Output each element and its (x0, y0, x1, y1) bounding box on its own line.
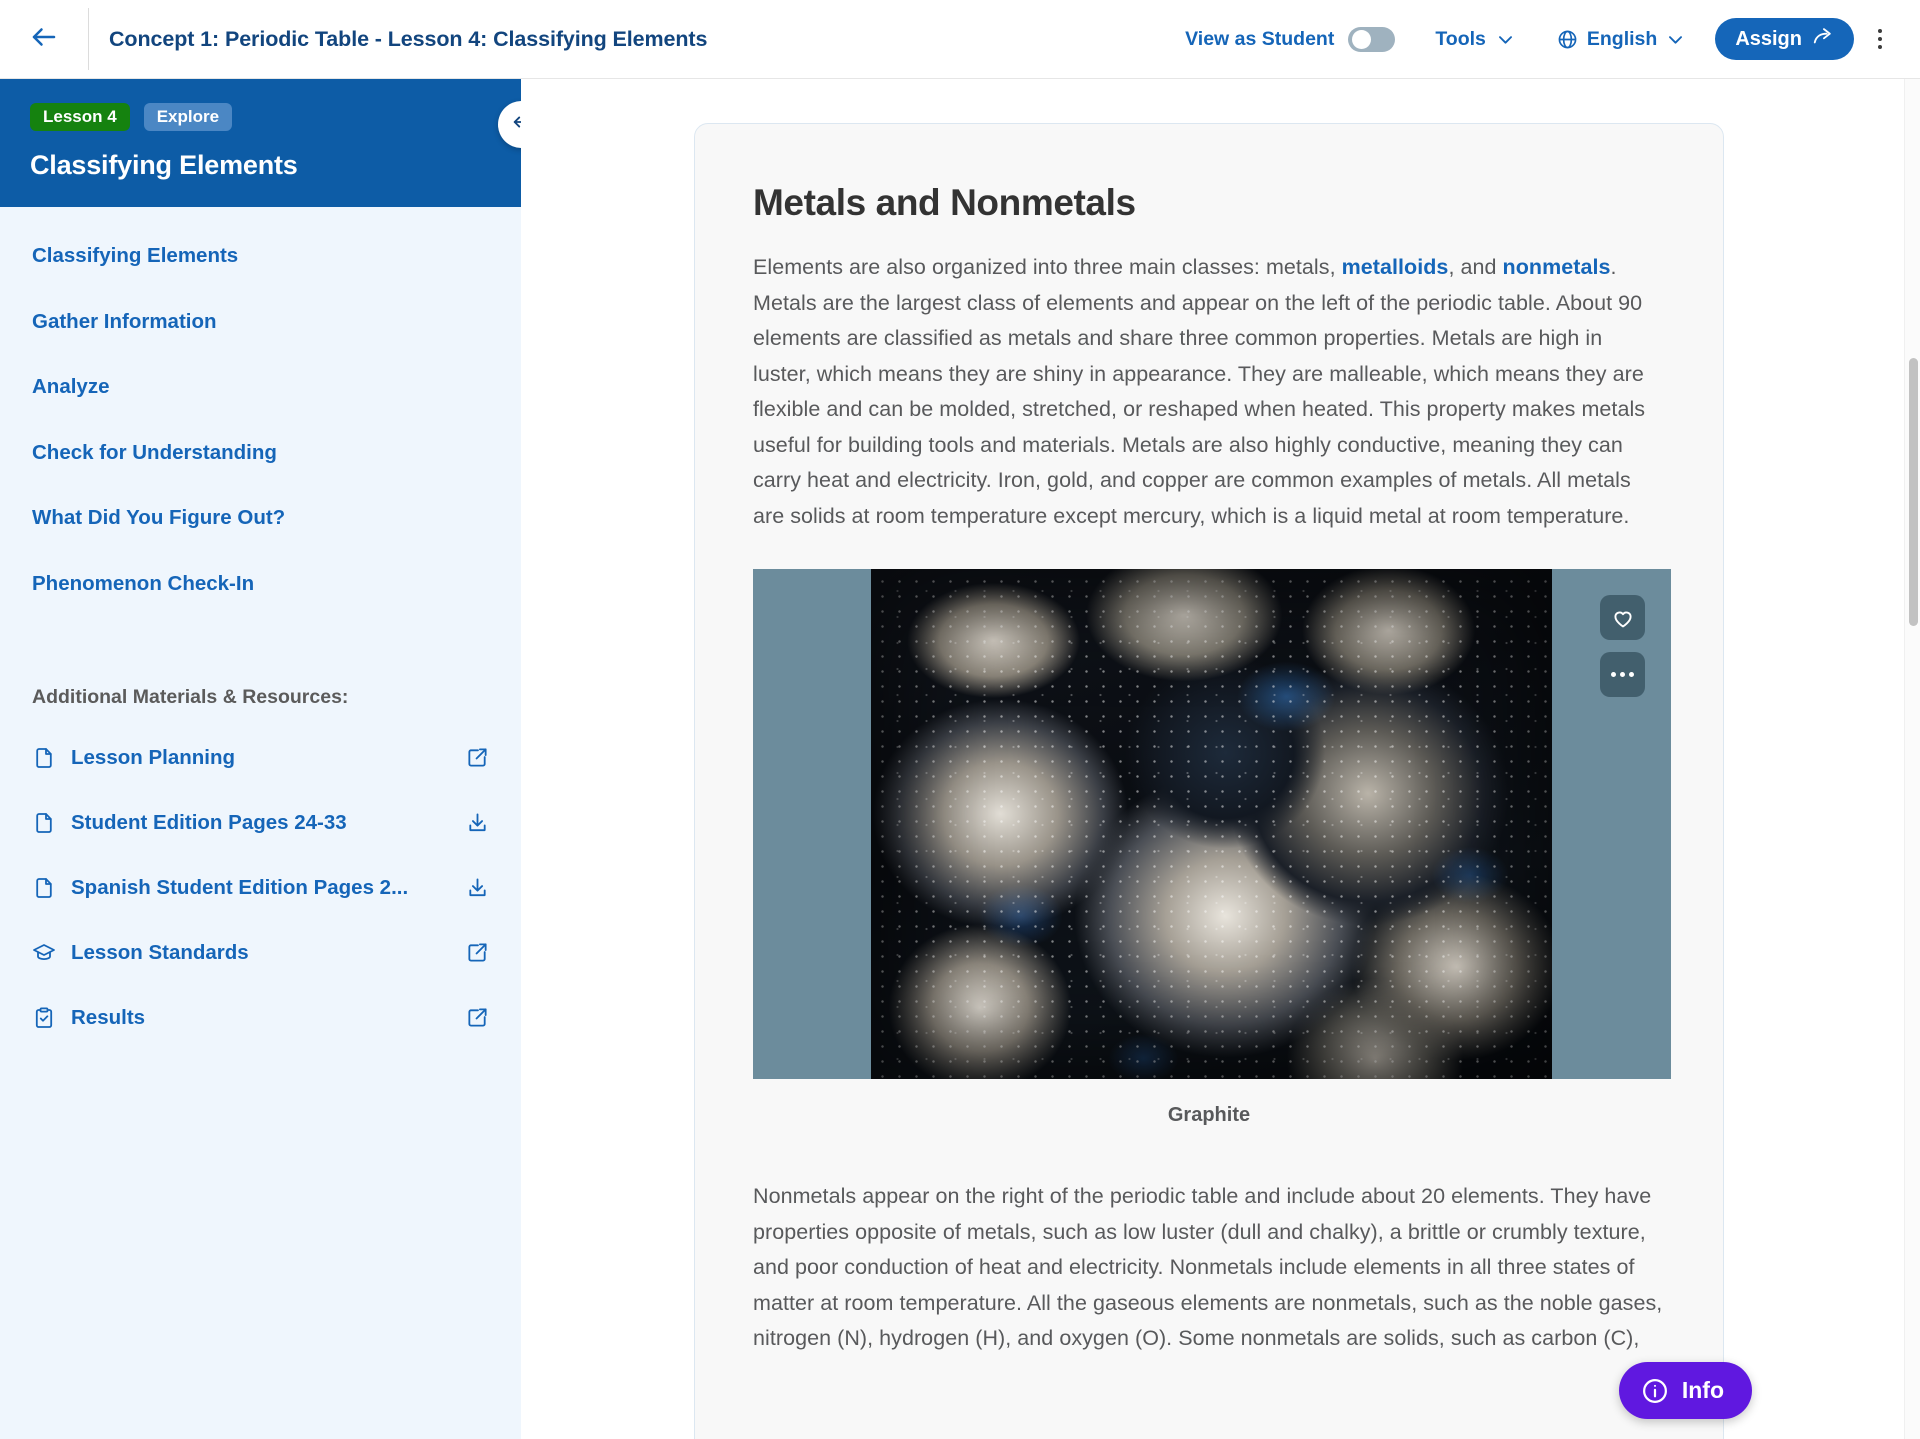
glossary-term-nonmetals[interactable]: nonmetals (1503, 255, 1611, 279)
resource-item-spanish-student-edition[interactable]: Spanish Student Edition Pages 2... (0, 865, 521, 911)
scrollbar-thumb[interactable] (1909, 358, 1918, 626)
toolbar-actions: View as Student Tools English Assign (1185, 0, 1920, 78)
resource-item-lesson-standards[interactable]: Lesson Standards (0, 930, 521, 976)
paragraph-metals: Elements are also organized into three m… (753, 250, 1665, 534)
resource-label: Lesson Standards (71, 940, 249, 964)
sidebar-item-analyze[interactable]: Analyze (0, 366, 521, 409)
more-horizontal-icon (1611, 672, 1634, 677)
para1-segment-3: . Metals are the largest class of elemen… (753, 255, 1646, 528)
glossary-term-metalloids[interactable]: metalloids (1342, 255, 1449, 279)
content-card: Metals and Nonmetals Elements are also o… (694, 123, 1724, 1439)
sidebar-item-gather-information[interactable]: Gather Information (0, 301, 521, 344)
content-heading: Metals and Nonmetals (753, 182, 1136, 223)
heart-icon (1611, 606, 1635, 630)
resource-item-results[interactable]: Results (0, 995, 521, 1041)
info-label: Info (1681, 1377, 1724, 1403)
page-title: Concept 1: Periodic Table - Lesson 4: Cl… (109, 26, 708, 51)
figure-more-button[interactable] (1600, 652, 1645, 697)
sidebar-item-what-did-you-figure-out[interactable]: What Did You Figure Out? (0, 497, 521, 540)
resource-item-lesson-planning[interactable]: Lesson Planning (0, 735, 521, 781)
tools-menu-button[interactable]: Tools (1435, 28, 1515, 51)
document-icon (32, 811, 56, 835)
sidebar-item-phenomenon-check-in[interactable]: Phenomenon Check-In (0, 563, 521, 606)
photo-vignette (871, 569, 1552, 1079)
document-icon (32, 876, 56, 900)
figure-action-buttons (1600, 595, 1645, 697)
clipboard-check-icon (32, 1006, 56, 1030)
figure-caption: Graphite (1167, 1104, 1251, 1126)
share-arrow-icon (1812, 25, 1834, 53)
download-icon[interactable] (466, 876, 489, 899)
external-link-icon[interactable] (466, 941, 489, 964)
external-link-icon[interactable] (466, 746, 489, 769)
sidebar-title: Classifying Elements (30, 150, 298, 180)
page-scrollbar[interactable] (1904, 79, 1920, 1439)
info-circle-icon (1641, 1377, 1669, 1405)
resource-label: Student Edition Pages 24-33 (71, 810, 347, 834)
figure-frame (753, 569, 1671, 1079)
figure-graphite: Graphite (753, 569, 1671, 1127)
resources-list: Lesson Planning Student Edition Pages 24… (0, 735, 521, 1041)
collapse-panel-left-icon (511, 111, 521, 138)
paragraph-nonmetals: Nonmetals appear on the right of the per… (753, 1184, 1663, 1350)
phase-badge: Explore (143, 103, 233, 131)
view-as-student-switch[interactable] (1348, 26, 1396, 52)
sidebar-badges: Lesson 4 Explore (30, 103, 491, 131)
para1-segment-2: , and (1448, 255, 1503, 279)
resource-label: Spanish Student Edition Pages 2... (71, 875, 409, 899)
external-link-icon[interactable] (466, 1006, 489, 1029)
sidebar-nav-list: Classifying Elements Gather Information … (0, 207, 521, 606)
globe-icon (1557, 29, 1578, 50)
lesson-sidebar: Lesson 4 Explore Classifying Elements Cl… (0, 79, 521, 1439)
sidebar-header: Lesson 4 Explore Classifying Elements (0, 79, 521, 207)
back-button[interactable] (0, 0, 88, 78)
language-label: English (1586, 27, 1658, 50)
resource-item-student-edition[interactable]: Student Edition Pages 24-33 (0, 800, 521, 846)
lesson-badge: Lesson 4 (30, 103, 130, 131)
switch-knob (1352, 29, 1372, 49)
document-icon (32, 746, 56, 770)
language-selector[interactable]: English (1557, 28, 1685, 51)
arrow-left-icon (29, 22, 59, 57)
sidebar-item-check-for-understanding[interactable]: Check for Understanding (0, 432, 521, 475)
favorite-button[interactable] (1600, 595, 1645, 640)
chevron-down-icon (1496, 30, 1515, 49)
assign-button[interactable]: Assign (1715, 18, 1854, 60)
tools-label: Tools (1435, 27, 1486, 50)
view-as-student-toggle-group[interactable]: View as Student (1185, 26, 1396, 52)
top-app-bar: Concept 1: Periodic Table - Lesson 4: Cl… (0, 0, 1920, 79)
download-icon[interactable] (466, 811, 489, 834)
chevron-down-icon (1666, 30, 1685, 49)
lesson-content-area: Metals and Nonmetals Elements are also o… (521, 79, 1920, 1439)
resource-label: Lesson Planning (71, 745, 236, 769)
collapse-sidebar-button[interactable] (498, 101, 521, 148)
more-vertical-icon[interactable] (1858, 17, 1902, 61)
view-as-student-label: View as Student (1185, 27, 1335, 50)
graphite-photo (871, 569, 1552, 1079)
sidebar-item-classifying-elements[interactable]: Classifying Elements (0, 235, 521, 278)
resources-section-heading: Additional Materials & Resources: (32, 685, 349, 708)
assign-label: Assign (1735, 27, 1802, 50)
graduation-cap-icon (32, 941, 56, 965)
resource-label: Results (71, 1005, 146, 1029)
para1-segment-1: Elements are also organized into three m… (753, 255, 1342, 279)
info-button[interactable]: Info (1618, 1362, 1752, 1419)
